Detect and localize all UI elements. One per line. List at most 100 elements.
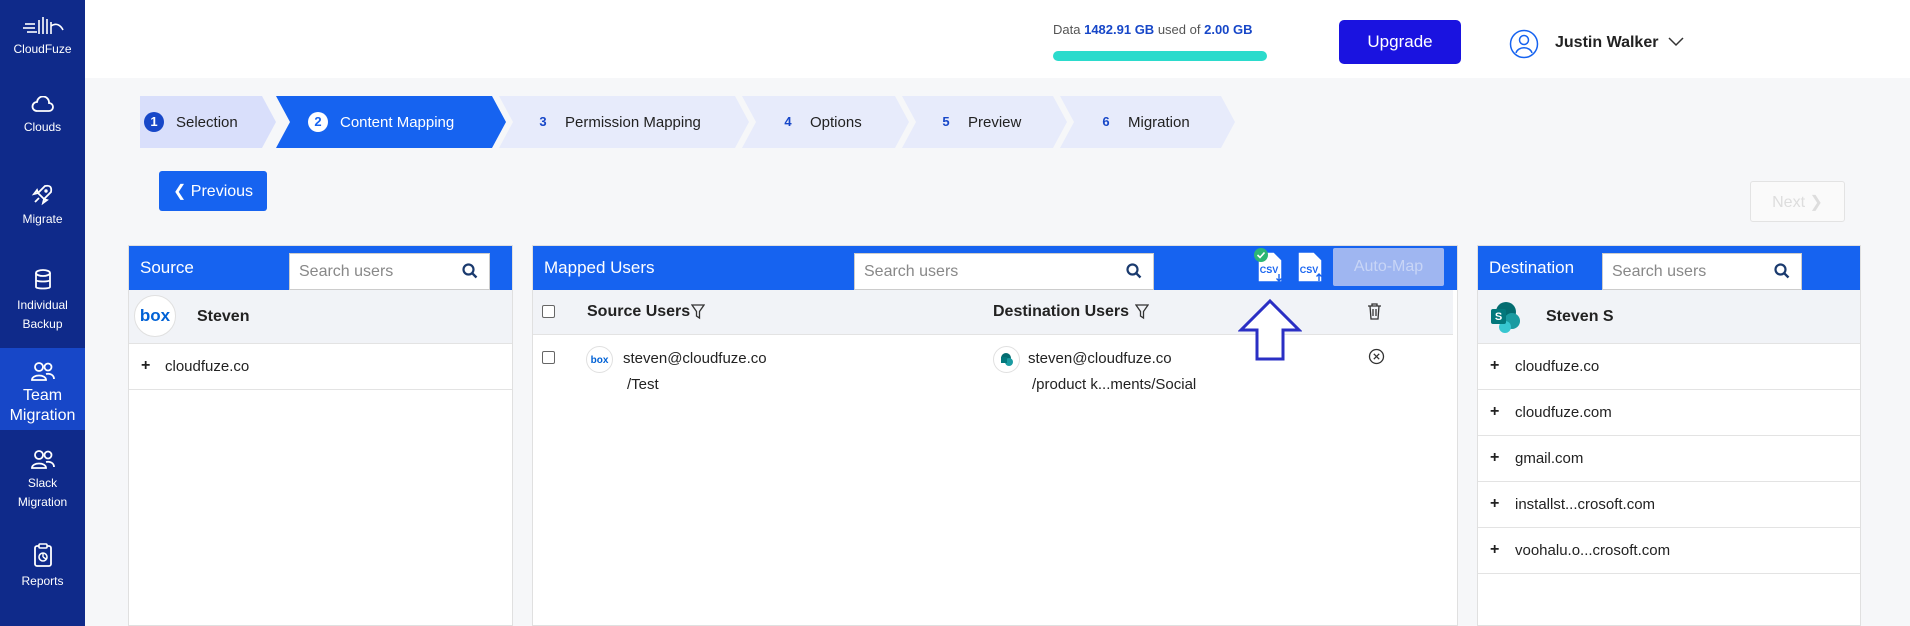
nav-label: Clouds (23, 120, 62, 134)
nav-team-migration[interactable]: Team Migration (0, 348, 85, 430)
nav-label: Team Migration (9, 387, 76, 424)
mapped-search-input[interactable] (855, 254, 1115, 289)
nav-migrate[interactable]: Migrate (0, 182, 85, 229)
expand-plus-icon[interactable]: + (1490, 449, 1499, 467)
cloudfuze-logo[interactable]: CloudFuze (0, 14, 85, 56)
expand-plus-icon[interactable]: + (1490, 495, 1499, 513)
row-checkbox[interactable] (542, 351, 555, 364)
col-destination-users: Destination Users (993, 303, 1130, 320)
step-preview[interactable]: 5 Preview (902, 96, 1067, 148)
domain-label: voohalu.o...crosoft.com (1515, 542, 1671, 559)
source-domain-row[interactable]: + cloudfuze.co (129, 344, 512, 390)
col-source-users: Source Users (587, 303, 691, 320)
expand-plus-icon[interactable]: + (1490, 541, 1499, 559)
arrow-up-annotation-icon (1238, 298, 1302, 361)
cloud-icon (31, 96, 54, 112)
expand-plus-icon[interactable]: + (1490, 403, 1499, 421)
source-user-name: Steven (197, 308, 250, 325)
step-content-mapping[interactable]: 2 Content Mapping (276, 96, 506, 148)
user-avatar-icon[interactable] (1509, 29, 1539, 59)
step-label: Migration (1128, 113, 1190, 131)
filter-icon[interactable] (1135, 304, 1149, 320)
team-icon (30, 450, 55, 469)
domain-label: cloudfuze.com (1515, 404, 1612, 421)
next-button[interactable]: Next ❯ (1750, 181, 1845, 222)
nav-clouds[interactable]: Clouds (0, 96, 85, 137)
database-icon (34, 269, 51, 290)
domain-label: cloudfuze.co (165, 358, 250, 375)
destination-search-input[interactable] (1603, 254, 1763, 289)
csv-download-icon[interactable]: CSV (1252, 246, 1286, 284)
search-icon[interactable] (462, 263, 478, 279)
select-all-checkbox[interactable] (542, 305, 555, 318)
destination-search-box (1602, 253, 1802, 290)
source-panel: Source box Steven + cloudfuze.co (128, 245, 513, 626)
mapped-search-box (854, 253, 1154, 290)
step-label: Preview (968, 113, 1022, 131)
storage-usage-bar (1053, 51, 1267, 61)
source-user-path[interactable]: /Test (627, 376, 659, 393)
destination-user-path[interactable]: /product k...ments/Social (1032, 376, 1196, 393)
domain-label: cloudfuze.co (1515, 358, 1600, 375)
nav-slack-migration[interactable]: Slack Migration (0, 448, 85, 512)
trash-icon[interactable] (1367, 302, 1382, 320)
destination-domain-row[interactable]: + gmail.com (1478, 436, 1860, 482)
upgrade-button[interactable]: Upgrade (1339, 20, 1461, 64)
sharepoint-logo-icon (993, 346, 1020, 373)
usage-used: 1482.91 GB (1084, 22, 1155, 37)
chevron-left-icon: ❮ (172, 183, 187, 200)
step-selection[interactable]: 1 Selection (140, 96, 276, 148)
nav-individual-backup[interactable]: Individual Backup (0, 268, 85, 334)
source-panel-header: Source (129, 246, 512, 290)
step-number: 2 (308, 112, 328, 132)
step-label: Options (810, 113, 862, 131)
svg-text:box: box (140, 306, 171, 325)
chevron-down-icon[interactable] (1667, 36, 1685, 48)
remove-mapping-icon[interactable] (1368, 348, 1385, 365)
svg-text:S: S (1495, 311, 1502, 323)
search-icon[interactable] (1774, 263, 1790, 279)
step-number: 3 (539, 114, 547, 129)
source-user-email: steven@cloudfuze.co (623, 350, 767, 367)
step-options[interactable]: 4 Options (742, 96, 909, 148)
nav-label: Individual Backup (17, 298, 68, 331)
destination-user-row[interactable]: S Steven S (1478, 290, 1860, 344)
cloudfuze-logo-icon (22, 17, 64, 34)
destination-domain-row[interactable]: + cloudfuze.co (1478, 344, 1860, 390)
svg-text:CSV: CSV (1260, 265, 1279, 275)
domain-label: installst...crosoft.com (1515, 496, 1656, 513)
box-logo-icon: box (586, 346, 613, 373)
destination-title: Destination (1489, 258, 1575, 277)
step-permission-mapping[interactable]: 3 Permission Mapping (499, 96, 749, 148)
expand-plus-icon[interactable]: + (141, 357, 150, 375)
step-migration[interactable]: 6 Migration (1060, 96, 1235, 148)
destination-panel: Destination S Steven S + cloudfuze.co + … (1477, 245, 1861, 626)
expand-plus-icon[interactable]: + (1490, 357, 1499, 375)
step-number: 1 (144, 112, 164, 132)
destination-domain-row[interactable]: + installst...crosoft.com (1478, 482, 1860, 528)
source-search-box (289, 253, 490, 290)
storage-usage-text: Data 1482.91 GB used of 2.00 GB (1053, 22, 1253, 37)
svg-text:CSV: CSV (1300, 265, 1319, 275)
source-user-row[interactable]: box Steven (129, 290, 512, 344)
usage-prefix: Data (1053, 22, 1081, 37)
next-label: Next (1772, 193, 1806, 211)
team-icon (30, 362, 55, 381)
csv-upload-icon[interactable]: CSV (1294, 248, 1326, 286)
source-search-input[interactable] (290, 254, 450, 289)
nav-reports[interactable]: Reports (0, 542, 85, 591)
previous-label: Previous (190, 183, 254, 200)
nav-label: Slack Migration (17, 476, 68, 509)
auto-map-button[interactable]: Auto-Map (1333, 248, 1444, 286)
search-icon[interactable] (1126, 263, 1142, 279)
destination-domain-row[interactable]: + cloudfuze.com (1478, 390, 1860, 436)
user-name[interactable]: Justin Walker (1555, 34, 1658, 52)
filter-icon[interactable] (691, 304, 705, 320)
step-number: 6 (1102, 114, 1110, 129)
sharepoint-logo-icon: S (1491, 302, 1520, 333)
destination-user-name: Steven S (1546, 308, 1614, 325)
sidebar: CloudFuze Clouds Migrate Individual Back… (0, 0, 85, 626)
step-number: 4 (784, 114, 792, 129)
destination-domain-row[interactable]: + voohalu.o...crosoft.com (1478, 528, 1860, 574)
previous-button[interactable]: ❮ Previous (159, 171, 267, 211)
